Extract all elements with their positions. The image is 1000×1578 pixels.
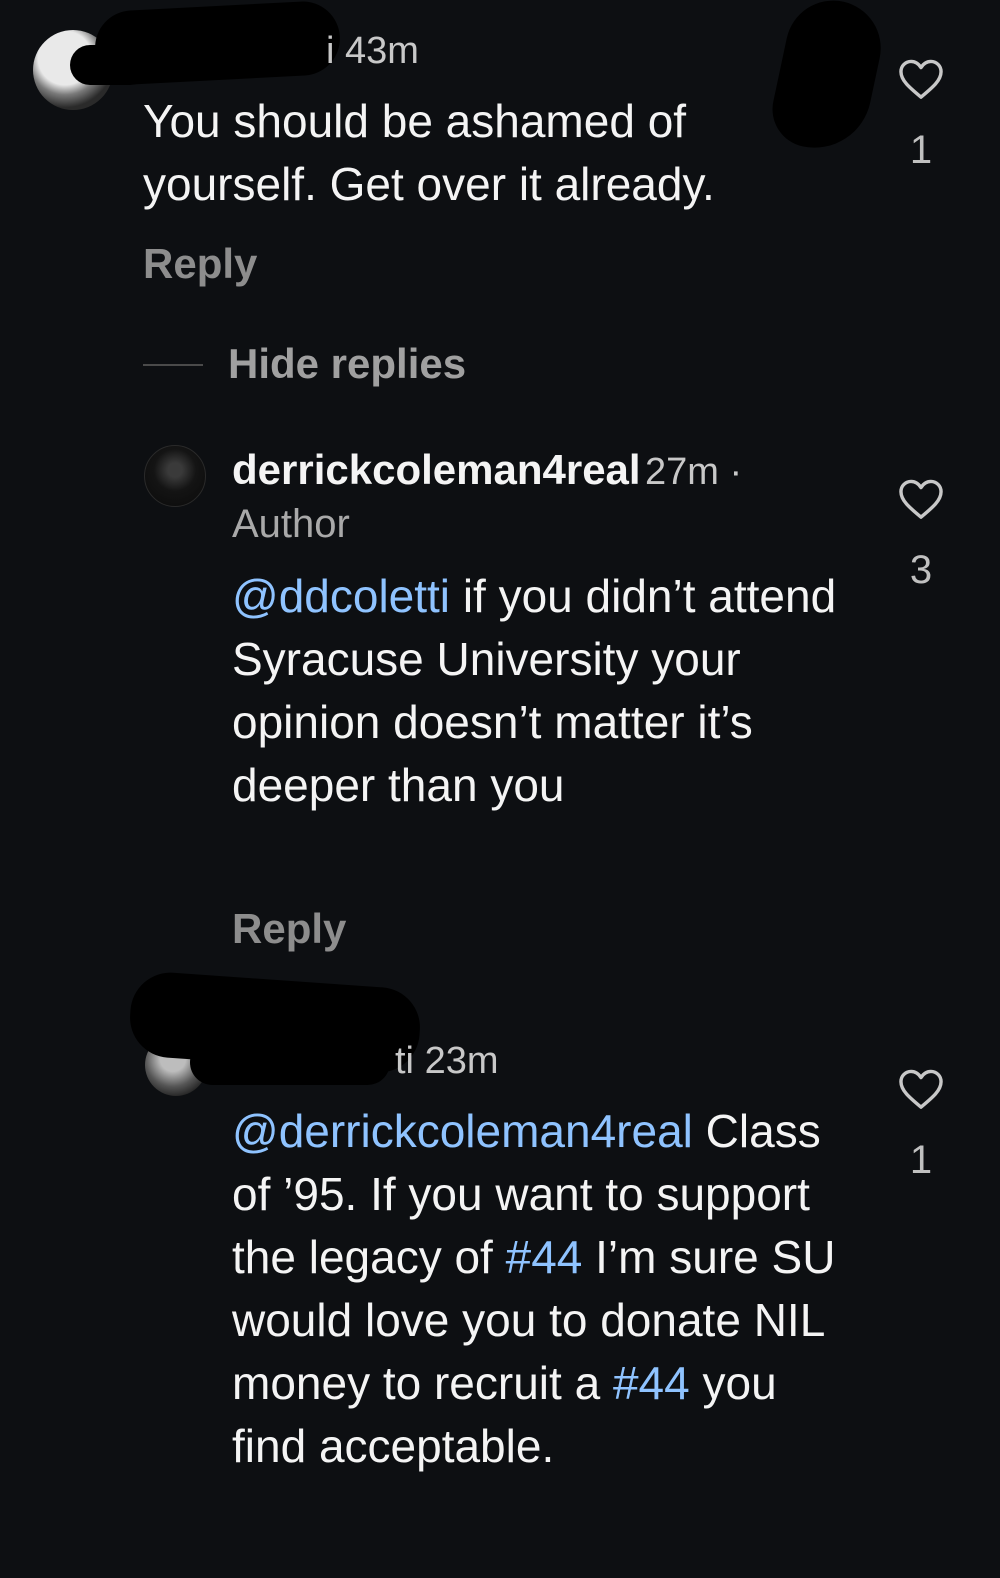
like-count: 1 bbox=[909, 1138, 933, 1182]
thread-divider bbox=[143, 364, 203, 366]
mention-link[interactable]: @ddcoletti bbox=[232, 570, 450, 622]
heart-icon[interactable] bbox=[898, 1068, 944, 1110]
redaction-mark bbox=[93, 0, 342, 87]
hide-replies-button[interactable]: Hide replies bbox=[228, 340, 466, 388]
comment-time: 43m bbox=[345, 30, 419, 72]
reply-header: derrickcoleman4real 27m · bbox=[232, 446, 742, 494]
comment-meta: i 43m bbox=[326, 30, 419, 73]
reply-time: 23m bbox=[424, 1040, 499, 1082]
comment-text: You should be ashamed of yourself. Get o… bbox=[143, 95, 715, 210]
reply-button[interactable]: Reply bbox=[143, 240, 257, 288]
hashtag-link[interactable]: #44 bbox=[506, 1231, 583, 1283]
reply-text: @ddcoletti if you didn’t attend Syracuse… bbox=[232, 565, 852, 817]
like-count: 3 bbox=[909, 548, 933, 592]
heart-icon[interactable] bbox=[898, 58, 944, 100]
heart-icon[interactable] bbox=[898, 478, 944, 520]
username-partial[interactable]: ti bbox=[395, 1040, 414, 1082]
like-count: 1 bbox=[909, 128, 933, 172]
reply-text: @derrickcoleman4real Class of ’95. If yo… bbox=[232, 1100, 862, 1478]
username[interactable]: derrickcoleman4real bbox=[232, 446, 641, 493]
reply-time: 27m · bbox=[645, 451, 743, 493]
redaction-mark bbox=[190, 1040, 390, 1085]
username-partial[interactable]: i bbox=[326, 30, 334, 72]
reply-button[interactable]: Reply bbox=[232, 905, 346, 953]
author-badge: Author bbox=[232, 502, 350, 546]
avatar[interactable] bbox=[144, 445, 206, 507]
reply-meta: ti 23m bbox=[395, 1040, 498, 1083]
mention-link[interactable]: @derrickcoleman4real bbox=[232, 1105, 693, 1157]
hashtag-link[interactable]: #44 bbox=[613, 1357, 690, 1409]
